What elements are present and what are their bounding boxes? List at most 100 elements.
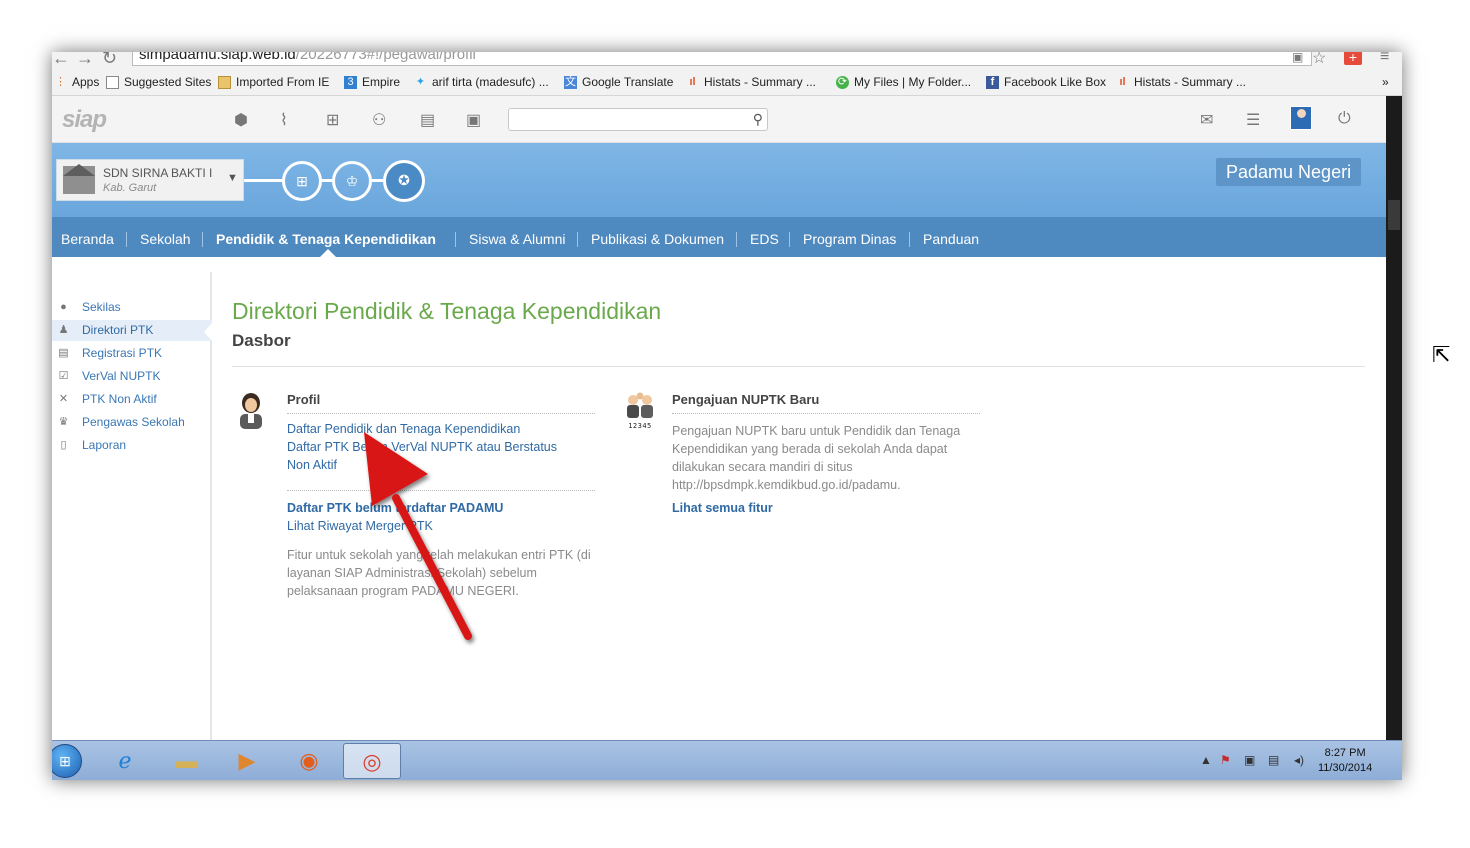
cube-icon[interactable]: ⬢ — [234, 110, 248, 130]
step-sekolah-icon[interactable]: ⊞ — [282, 161, 322, 201]
translate-page-icon[interactable]: ▣ — [1292, 52, 1303, 64]
bookmark-google-translate[interactable]: 文 Google Translate — [564, 75, 673, 89]
address-row: ← → ↻ simpadamu.siap.web.id/20226773#!/p… — [52, 52, 1402, 68]
bookmark-apps[interactable]: ⋮ Apps — [54, 75, 99, 89]
bookmark-label: Histats - Summary ... — [1134, 75, 1247, 89]
header-band: SDN SIRNA BAKTI I Kab. Garut ▼ ⊞ ♔ ✪ Pad… — [52, 143, 1402, 217]
step-ptk-icon[interactable]: ✪ — [383, 160, 425, 202]
menu-icon[interactable]: ≡ — [1380, 52, 1389, 66]
bookmark-label: Histats - Summary ... — [704, 75, 817, 89]
mail-icon[interactable]: ✉ — [1200, 110, 1213, 130]
nuptk-description: Pengajuan NUPTK baru untuk Pendidik dan … — [672, 424, 961, 492]
step-connector — [244, 179, 284, 182]
bookmark-label: Facebook Like Box — [1004, 75, 1107, 89]
menu-divider — [202, 232, 203, 247]
bookmark-histats-1[interactable]: ıl Histats - Summary ... — [686, 75, 816, 89]
sidebar-item-laporan[interactable]: ▯ Laporan — [52, 435, 212, 456]
people-icon[interactable]: ⚇ — [372, 110, 386, 130]
hierarchy-icon[interactable]: ⊞ — [326, 110, 339, 130]
device-icon[interactable]: ▣ — [1244, 753, 1255, 767]
back-icon[interactable]: ← — [52, 52, 70, 69]
sidebar-item-label: Pengawas Sekolah — [82, 415, 185, 429]
bookmark-suggested-sites[interactable]: Suggested Sites — [106, 75, 211, 89]
link-lihat-semua-fitur[interactable]: Lihat semua fitur — [672, 501, 773, 515]
document-list-icon[interactable]: ▤ — [420, 110, 435, 130]
clock-time: 8:27 PM — [1324, 747, 1366, 759]
forward-icon[interactable]: → — [76, 52, 94, 69]
rss-icon[interactable]: ⌇ — [280, 110, 288, 130]
media-player-icon[interactable]: ▶ — [218, 743, 276, 779]
menu-divider — [789, 232, 790, 247]
start-button-icon[interactable]: ⊞ — [52, 744, 82, 778]
power-icon[interactable]: ⏻ — [1338, 110, 1351, 128]
bookmark-label: arif tirta (madesufc) ... — [432, 75, 549, 89]
title-divider — [232, 366, 1365, 367]
bookmark-facebook-like-box[interactable]: f Facebook Like Box — [986, 75, 1106, 89]
sidebar-item-direktori-ptk[interactable]: ♟ Direktori PTK — [52, 320, 212, 341]
bookmark-star-icon[interactable]: ☆ — [1312, 52, 1326, 68]
extension-icon[interactable]: + — [1344, 52, 1362, 65]
bookmarks-overflow[interactable]: » — [1382, 75, 1389, 89]
bookmark-empire[interactable]: 3 Empire — [344, 75, 400, 89]
scrollbar-thumb[interactable] — [1388, 200, 1400, 230]
sidebar-item-label: Registrasi PTK — [82, 346, 163, 360]
main-menu: Beranda Sekolah Pendidik & Tenaga Kepend… — [52, 217, 1402, 257]
bookmark-histats-2[interactable]: ıl Histats - Summary ... — [1116, 75, 1246, 89]
people-group-icon — [627, 392, 653, 418]
sidebar-item-verval-nuptk[interactable]: ☑ VerVal NUPTK — [52, 366, 212, 387]
tray-expand-icon[interactable]: ▲ — [1200, 753, 1212, 767]
address-bar[interactable]: simpadamu.siap.web.id/20226773#!/pegawai… — [132, 52, 1312, 66]
sidebar-active-pointer — [204, 322, 213, 342]
nuptk-group-icon: 12345 — [624, 392, 656, 436]
menu-item-sekolah[interactable]: Sekolah — [140, 217, 191, 257]
bookmark-label: Imported From IE — [236, 75, 330, 89]
system-clock[interactable]: 8:27 PM 11/30/2014 — [1318, 746, 1372, 776]
menu-item-panduan[interactable]: Panduan — [923, 217, 979, 257]
menu-item-siswa-alumni[interactable]: Siswa & Alumni — [469, 217, 565, 257]
link-daftar-ptk-belum-verval-cont[interactable]: Non Aktif — [287, 458, 337, 472]
menu-item-program-dinas[interactable]: Program Dinas — [803, 217, 896, 257]
contact-card-icon[interactable]: ▣ — [466, 110, 481, 130]
action-center-icon[interactable]: ⚑ — [1220, 753, 1231, 767]
menu-item-beranda[interactable]: Beranda — [61, 217, 114, 257]
school-selector[interactable]: SDN SIRNA BAKTI I Kab. Garut ▼ — [56, 159, 244, 201]
teacher-profile-icon — [240, 393, 262, 429]
taskbar: ⊞ ℯ ▬ ▶ ◉ ◎ ▲ ⚑ ▣ ▤ ◂) 8:27 PM 11/30/201… — [52, 740, 1402, 780]
menu-item-eds[interactable]: EDS — [750, 217, 779, 257]
avatar[interactable] — [1290, 106, 1312, 130]
twitter-icon: ✦ — [415, 75, 426, 88]
empire-icon: 3 — [344, 75, 357, 89]
menu-item-publikasi[interactable]: Publikasi & Dokumen — [591, 217, 724, 257]
active-menu-pointer — [320, 249, 336, 257]
search-icon[interactable]: ⚲ — [753, 111, 763, 128]
bookmark-arif-tirta[interactable]: ✦ arif tirta (madesufc) ... — [414, 75, 549, 89]
page-subtitle: Dasbor — [232, 331, 291, 350]
school-name: SDN SIRNA BAKTI I — [103, 166, 213, 180]
reload-icon[interactable]: ↻ — [102, 52, 117, 69]
search-input[interactable]: ⚲ — [508, 108, 768, 131]
firefox-icon[interactable]: ◉ — [280, 743, 338, 779]
step-crown-icon[interactable]: ♔ — [332, 161, 372, 201]
file-explorer-icon[interactable]: ▬ — [158, 743, 216, 779]
school-city: Kab. Garut — [103, 182, 157, 194]
site-logo[interactable]: siap — [62, 106, 107, 134]
chrome-icon[interactable]: ◎ — [343, 743, 401, 779]
crown-icon: ♛ — [58, 416, 69, 428]
list-icon[interactable]: ☰ — [1246, 110, 1260, 130]
id-card-icon: ▤ — [58, 347, 69, 359]
mouse-cursor-icon: ⇱ — [1432, 342, 1451, 367]
profil-heading: Profil — [287, 392, 321, 407]
scrollbar[interactable] — [1386, 96, 1402, 740]
translate-icon: 文 — [564, 75, 577, 89]
brand-badge[interactable]: Padamu Negeri — [1216, 158, 1362, 186]
clock-date: 11/30/2014 — [1318, 762, 1373, 774]
internet-explorer-icon[interactable]: ℯ — [96, 743, 154, 779]
sidebar-item-registrasi-ptk[interactable]: ▤ Registrasi PTK — [52, 343, 212, 364]
bookmark-my-files[interactable]: ⟳ My Files | My Folder... — [836, 75, 971, 89]
sidebar-item-ptk-non-aktif[interactable]: ✕ PTK Non Aktif — [52, 389, 212, 410]
sidebar-item-pengawas-sekolah[interactable]: ♛ Pengawas Sekolah — [52, 412, 212, 433]
sidebar-item-sekilas[interactable]: ● Sekilas — [52, 297, 212, 318]
network-icon[interactable]: ▤ — [1268, 753, 1279, 767]
volume-icon[interactable]: ◂) — [1294, 753, 1304, 767]
bookmark-imported-from-ie[interactable]: Imported From IE — [218, 75, 329, 89]
